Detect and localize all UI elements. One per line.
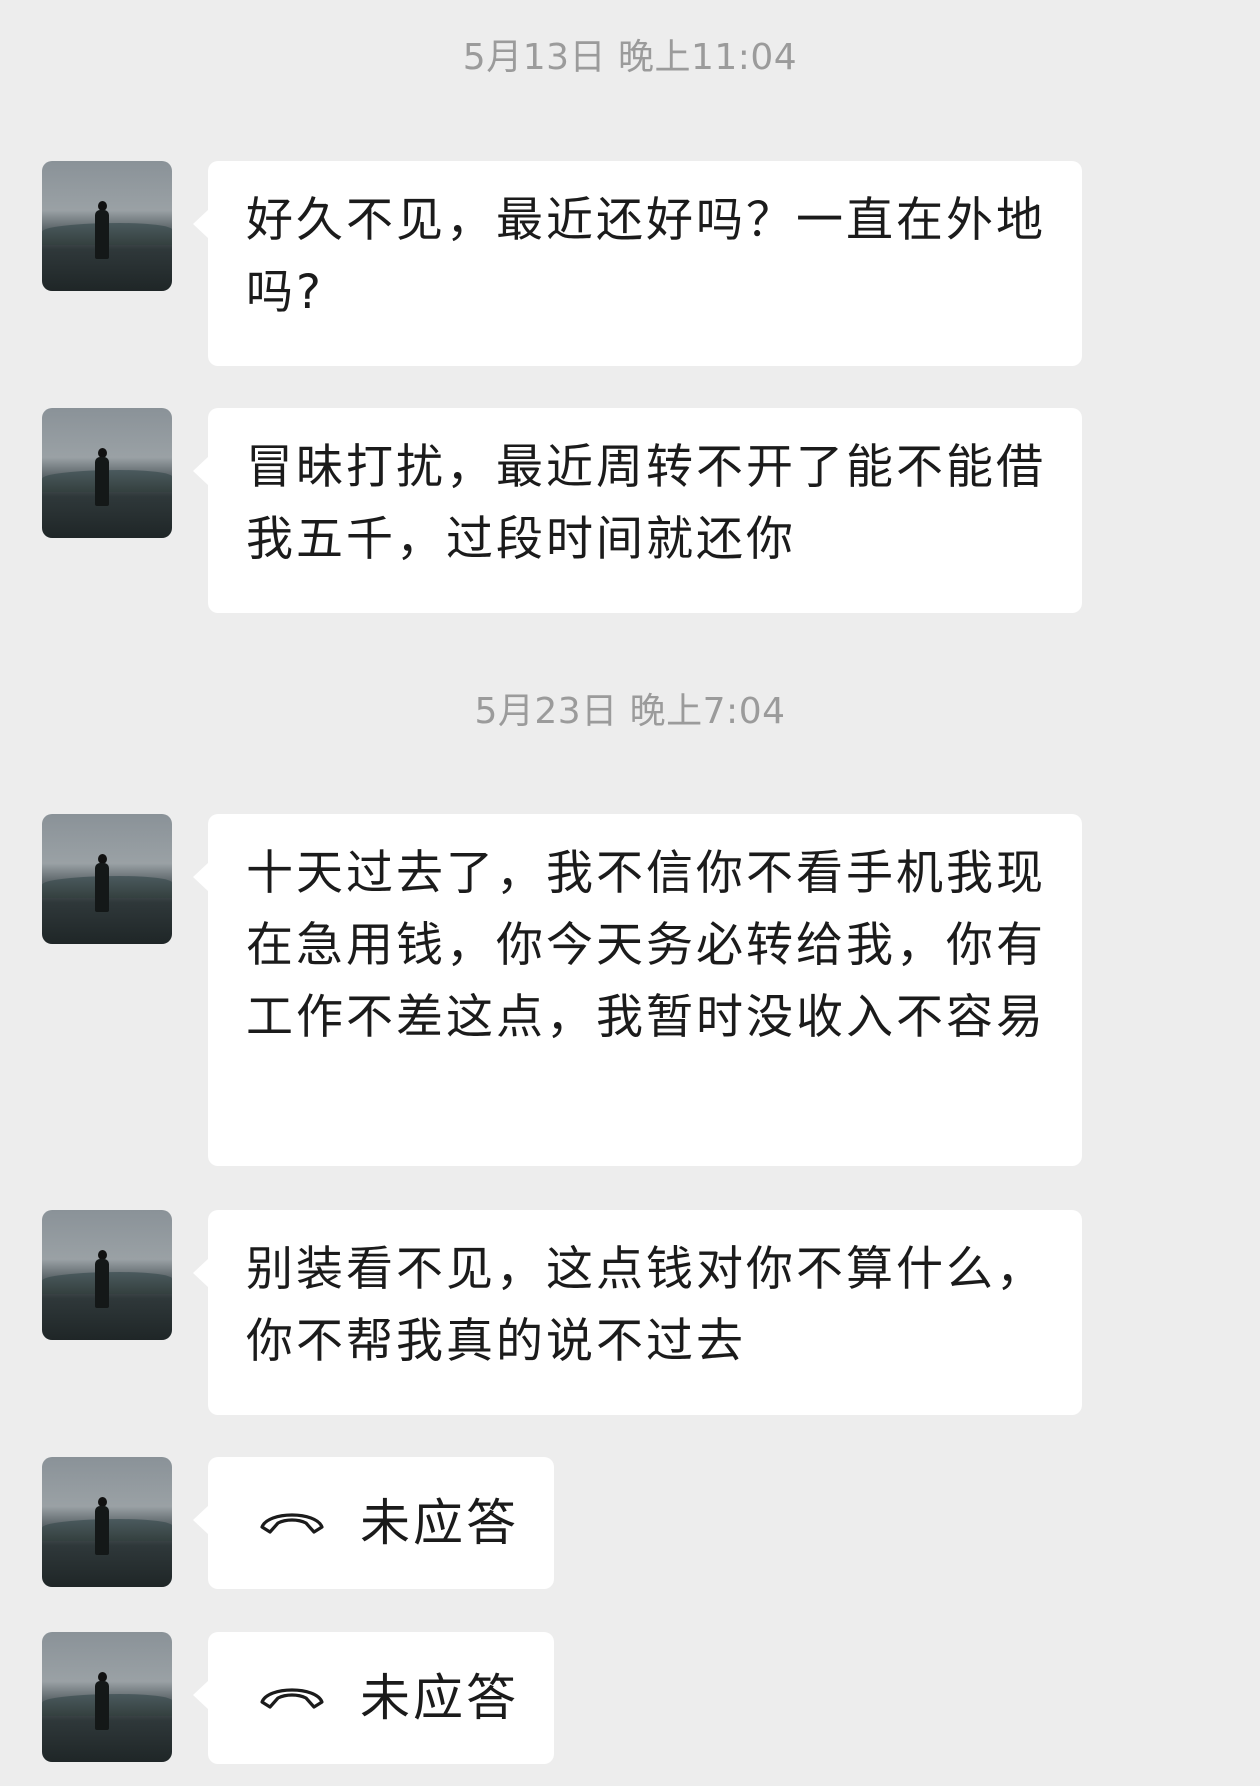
- phone-missed-icon: [260, 1513, 324, 1534]
- message-row: 冒昧打扰，最近周转不开了能不能借我五千，过段时间就还你: [0, 408, 1260, 613]
- contact-avatar[interactable]: [42, 814, 172, 944]
- missed-call-bubble[interactable]: 未应答: [193, 1632, 554, 1764]
- message-row: 好久不见，最近还好吗？一直在外地吗?: [0, 161, 1260, 366]
- contact-avatar[interactable]: [42, 408, 172, 538]
- call-status-label: 未应答: [360, 1494, 519, 1552]
- contact-avatar[interactable]: [42, 1632, 172, 1762]
- missed-call-bubble[interactable]: 未应答: [193, 1457, 554, 1589]
- call-status-label: 未应答: [360, 1669, 519, 1727]
- contact-avatar[interactable]: [42, 1457, 172, 1587]
- message-bubble[interactable]: 冒昧打扰，最近周转不开了能不能借我五千，过段时间就还你: [193, 408, 1082, 613]
- call-row: 未应答: [0, 1457, 1260, 1589]
- contact-avatar[interactable]: [42, 161, 172, 291]
- message-bubble[interactable]: 别装看不见，这点钱对你不算什么，你不帮我真的说不过去: [193, 1210, 1082, 1415]
- timestamp: 5月23日 晚上7:04: [474, 691, 786, 732]
- message-row: 别装看不见，这点钱对你不算什么，你不帮我真的说不过去: [0, 1210, 1260, 1415]
- call-row: 未应答: [0, 1632, 1260, 1764]
- phone-missed-icon: [260, 1688, 324, 1709]
- message-bubble[interactable]: 好久不见，最近还好吗？一直在外地吗?: [193, 161, 1082, 366]
- timestamp: 5月13日 晚上11:04: [462, 37, 798, 78]
- contact-avatar[interactable]: [42, 1210, 172, 1340]
- message-bubble[interactable]: 十天过去了，我不信你不看手机我现在急用钱，你今天务必转给我，你有工作不差这点，我…: [193, 814, 1082, 1166]
- message-row: 十天过去了，我不信你不看手机我现在急用钱，你今天务必转给我，你有工作不差这点，我…: [0, 814, 1260, 1166]
- chat-window: 5月13日 晚上11:04 好久不见，最近还好吗？一直在外地吗? 冒昧打扰，最近…: [0, 0, 1260, 1786]
